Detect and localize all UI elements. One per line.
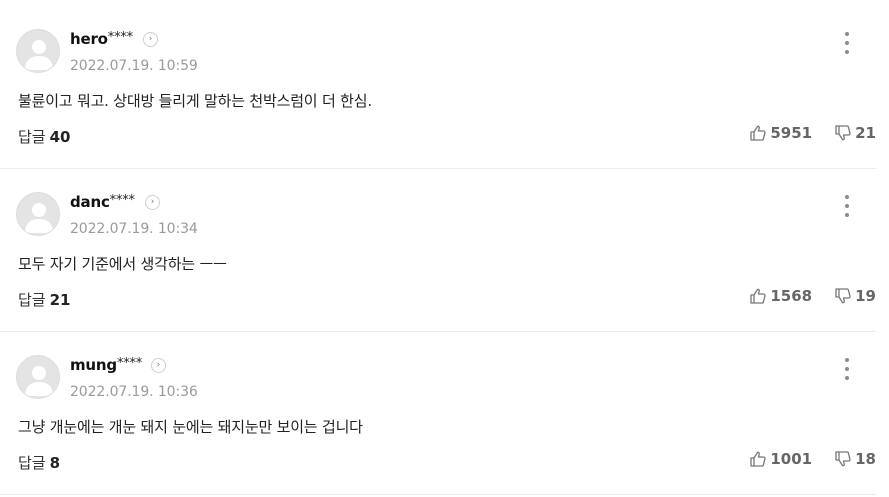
reply-label: 답글 <box>18 128 46 146</box>
comment-author[interactable]: hero**** <box>70 30 133 48</box>
comment-author[interactable]: mung**** <box>70 356 142 374</box>
more-options-button[interactable] <box>844 195 850 217</box>
author-nickname-mask: **** <box>116 356 143 371</box>
dislike-button[interactable]: 21 <box>834 124 876 142</box>
reply-button[interactable]: 답글 8 <box>18 452 60 473</box>
like-count: 5951 <box>770 124 813 142</box>
chevron-right-icon: › <box>150 197 155 207</box>
profile-link-button[interactable]: › <box>151 358 166 373</box>
avatar[interactable] <box>16 29 60 73</box>
comment-date: 2022.07.19. 10:36 <box>70 384 198 400</box>
like-count: 1001 <box>770 450 813 468</box>
like-button[interactable]: 5951 <box>749 124 812 142</box>
like-button[interactable]: 1001 <box>749 450 812 468</box>
profile-link-button[interactable]: › <box>143 32 158 47</box>
reply-label: 답글 <box>18 291 46 309</box>
comment-text: 모두 자기 기준에서 생각하는 ㅡㅡ <box>18 255 227 273</box>
comment-item: danc**** › 2022.07.19. 10:34 모두 자기 기준에서 … <box>0 169 876 332</box>
reply-count: 40 <box>49 128 71 146</box>
more-options-button[interactable] <box>844 358 850 380</box>
thumbs-down-icon <box>835 451 851 467</box>
thumbs-down-icon <box>835 125 851 141</box>
reply-count: 8 <box>49 454 61 472</box>
author-nickname: mung <box>70 356 117 374</box>
author-nickname: danc <box>70 193 110 211</box>
avatar[interactable] <box>16 192 60 236</box>
like-count: 1568 <box>770 287 813 305</box>
avatar[interactable] <box>16 355 60 399</box>
reaction-bar: 1001 18 <box>749 450 876 468</box>
more-vertical-icon <box>845 195 849 199</box>
comment-date: 2022.07.19. 10:59 <box>70 58 198 74</box>
more-vertical-icon <box>845 358 849 362</box>
reply-button[interactable]: 답글 40 <box>18 126 70 147</box>
author-nickname: hero <box>70 30 108 48</box>
reply-button[interactable]: 답글 21 <box>18 289 70 310</box>
profile-link-button[interactable]: › <box>145 195 160 210</box>
comment-author[interactable]: danc**** <box>70 193 135 211</box>
thumbs-up-icon <box>750 288 766 304</box>
reply-label: 답글 <box>18 454 46 472</box>
comment-text: 그냥 개눈에는 개눈 돼지 눈에는 돼지눈만 보이는 겁니다 <box>18 418 363 436</box>
dislike-button[interactable]: 18 <box>834 450 876 468</box>
chevron-right-icon: › <box>156 360 161 370</box>
author-nickname-mask: **** <box>107 30 133 45</box>
default-avatar-icon <box>25 203 53 233</box>
comment-date: 2022.07.19. 10:34 <box>70 221 198 237</box>
comment-item: mung**** › 2022.07.19. 10:36 그냥 개눈에는 개눈 … <box>0 332 876 495</box>
like-button[interactable]: 1568 <box>749 287 812 305</box>
more-options-button[interactable] <box>844 32 850 54</box>
reaction-bar: 5951 21 <box>749 124 876 142</box>
default-avatar-icon <box>25 40 53 70</box>
dislike-count: 19 <box>855 287 876 305</box>
author-nickname-mask: **** <box>109 193 135 208</box>
comment-text: 불륜이고 뭐고. 상대방 들리게 말하는 천박스럼이 더 한심. <box>18 92 372 110</box>
more-vertical-icon <box>845 32 849 36</box>
dislike-count: 18 <box>855 450 876 468</box>
comment-item: hero**** › 2022.07.19. 10:59 불륜이고 뭐고. 상대… <box>0 6 876 169</box>
thumbs-up-icon <box>750 451 766 467</box>
dislike-button[interactable]: 19 <box>834 287 876 305</box>
thumbs-down-icon <box>835 288 851 304</box>
thumbs-up-icon <box>750 125 766 141</box>
dislike-count: 21 <box>855 124 876 142</box>
reply-count: 21 <box>49 291 71 309</box>
default-avatar-icon <box>25 366 53 396</box>
chevron-right-icon: › <box>148 34 153 44</box>
reaction-bar: 1568 19 <box>749 287 876 305</box>
comment-list: hero**** › 2022.07.19. 10:59 불륜이고 뭐고. 상대… <box>0 0 889 497</box>
